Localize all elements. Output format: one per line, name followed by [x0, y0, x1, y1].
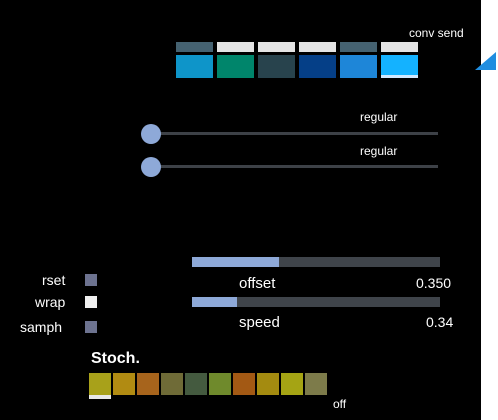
- slider-2-knob[interactable]: [141, 157, 161, 177]
- arrow-icon: [475, 52, 496, 70]
- conv-send-tab-2[interactable]: [217, 42, 254, 52]
- stoch-swatch-4[interactable]: [161, 373, 183, 395]
- stoch-title: Stoch.: [91, 350, 140, 367]
- conv-send-swatch-1[interactable]: [176, 55, 213, 78]
- conv-send-swatch-4[interactable]: [299, 55, 336, 78]
- toggle-wrap-label: wrap: [35, 294, 66, 310]
- stoch-swatch-5[interactable]: [185, 373, 207, 395]
- conv-send-swatch-5[interactable]: [340, 55, 377, 78]
- toggle-samph[interactable]: [85, 321, 97, 333]
- device-panel: conv send regular regular rset wrap samp…: [0, 0, 481, 420]
- stoch-swatch-8[interactable]: [257, 373, 279, 395]
- stoch-swatch-2[interactable]: [113, 373, 135, 395]
- speed-value[interactable]: 0.34: [426, 314, 453, 330]
- stoch-swatch-9[interactable]: [281, 373, 303, 395]
- offset-label: offset: [239, 275, 276, 292]
- conv-send-tab-1[interactable]: [176, 42, 213, 52]
- conv-send-label: conv send: [409, 26, 464, 40]
- toggle-rset[interactable]: [85, 274, 97, 286]
- conv-send-swatch-2[interactable]: [217, 55, 254, 78]
- stoch-selected-marker: [89, 395, 111, 399]
- conv-send-tab-6[interactable]: [381, 42, 418, 52]
- stoch-swatch-7[interactable]: [233, 373, 255, 395]
- toggle-samph-label: samph: [20, 319, 63, 335]
- speed-slider-fill: [192, 297, 237, 307]
- stoch-swatch-1[interactable]: [89, 373, 111, 395]
- conv-send-tab-5[interactable]: [340, 42, 377, 52]
- conv-send-swatch-6[interactable]: [381, 55, 418, 78]
- speed-label: speed: [239, 314, 280, 331]
- conv-send-tab-3[interactable]: [258, 42, 295, 52]
- offset-slider-fill: [192, 257, 279, 267]
- stoch-swatch-3[interactable]: [137, 373, 159, 395]
- conv-send-tab-4[interactable]: [299, 42, 336, 52]
- offset-slider[interactable]: [192, 257, 440, 267]
- speed-slider[interactable]: [192, 297, 440, 307]
- slider-1-track[interactable]: [160, 132, 438, 135]
- stoch-swatch-10[interactable]: [305, 373, 327, 395]
- slider-1-label: regular: [360, 110, 398, 124]
- slider-1-knob[interactable]: [141, 124, 161, 144]
- toggle-wrap[interactable]: [85, 296, 97, 308]
- slider-2-track[interactable]: [160, 165, 438, 168]
- conv-send-swatch-3[interactable]: [258, 55, 295, 78]
- toggle-rset-label: rset: [42, 272, 66, 288]
- offset-value[interactable]: 0.350: [416, 275, 451, 291]
- stoch-swatch-6[interactable]: [209, 373, 231, 395]
- slider-2-label: regular: [360, 144, 398, 158]
- stoch-value-label: off: [333, 397, 347, 411]
